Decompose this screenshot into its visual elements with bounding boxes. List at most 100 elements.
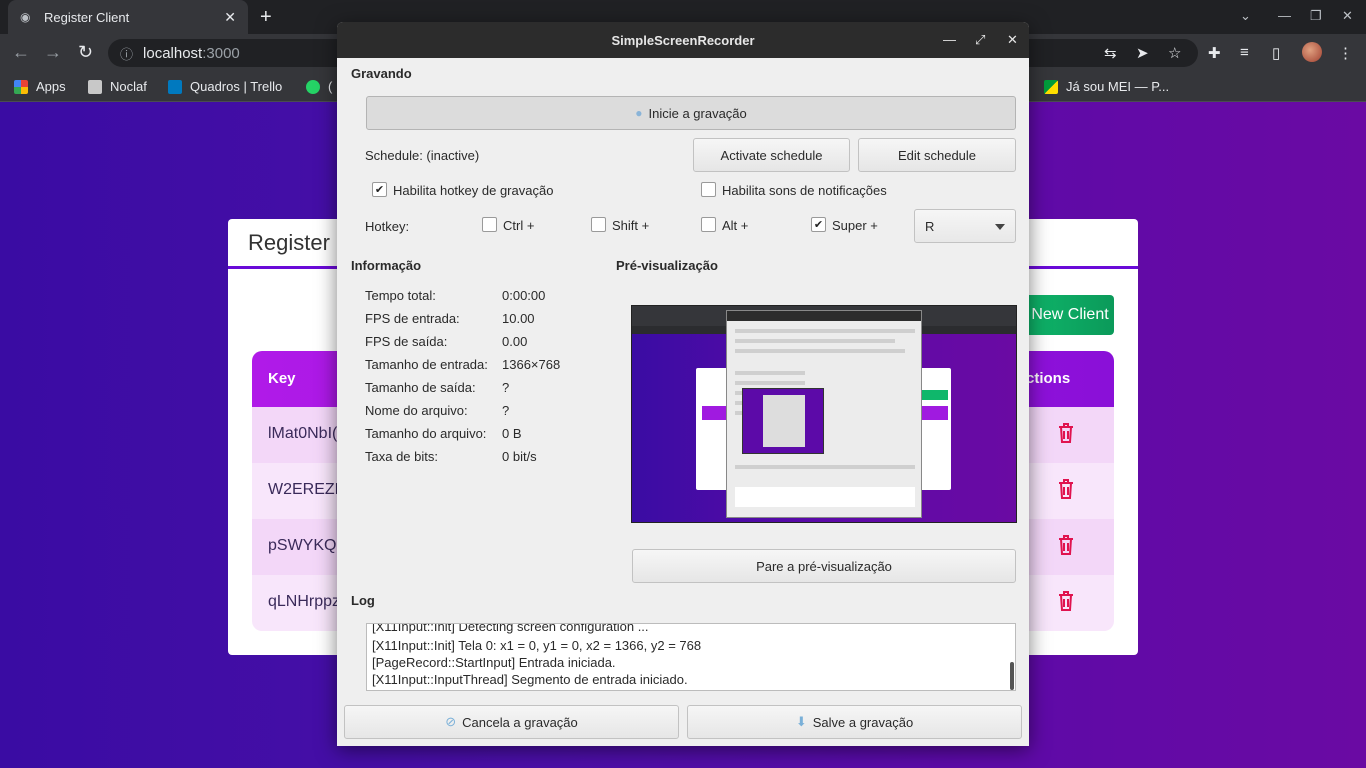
trash-icon[interactable] [1056,421,1076,445]
maximize-icon[interactable]: ⤢ [975,32,985,48]
tab-search-icon[interactable]: ⌄ [1240,8,1251,24]
bookmark-apps[interactable]: Apps [14,79,66,94]
back-icon[interactable]: ← [12,42,30,63]
info-value: ? [502,403,510,418]
save-recording-button[interactable]: ⬇ Salve a gravação [687,705,1022,739]
url-host: localhost [143,44,203,62]
log-line: [X11Input::Init] Tela 0: x1 = 0, y1 = 0,… [372,638,702,653]
start-recording-button[interactable]: ● Inicie a gravação [366,96,1016,130]
hotkey-label: Hotkey: [365,219,410,234]
trash-icon[interactable] [1056,477,1076,501]
cancel-recording-button[interactable]: ⊘ Cancela a gravação [344,705,679,739]
extensions-icon[interactable]: ✚ [1208,44,1221,62]
bookmark-label: Apps [36,79,66,94]
row-key: pSWYKQk [268,537,345,554]
log-line: [X11Input::Init] Detecting screen config… [372,623,649,634]
globe-icon: ◉ [20,10,31,24]
schedule-label: Schedule: (inactive) [365,148,480,163]
info-value: 0 bit/s [502,449,537,464]
super-checkbox[interactable]: ✔ [811,217,826,232]
hotkey-checkbox-label: Habilita hotkey de gravação [393,183,554,198]
info-label: Tamanho do arquivo: [365,426,487,441]
close-window-icon[interactable]: ✕ [1342,8,1353,24]
folder-icon [88,79,102,94]
ssr-window: SimpleScreenRecorder — ⤢ ✕ Gravando ● In… [337,22,1029,746]
sounds-checkbox-label: Habilita sons de notificações [722,183,887,198]
start-recording-label: Inicie a gravação [648,105,747,121]
log-line: [PageRecord::StartInput] Entrada iniciad… [372,655,616,670]
bookmark-whatsapp[interactable]: ( [306,79,332,94]
trash-icon[interactable] [1056,533,1076,557]
row-key: W2EREZH [268,481,347,498]
site-info-icon[interactable]: ⓘ [120,44,133,63]
shift-checkbox[interactable] [591,217,606,232]
info-value: 0.00 [502,334,528,349]
save-recording-label: Salve a gravação [812,714,914,730]
avatar[interactable] [1302,42,1322,62]
trello-icon [168,79,182,94]
restore-icon[interactable]: ❐ [1310,8,1322,24]
hotkey-key-value: R [925,218,935,234]
tab-title: Register Client [44,9,130,25]
close-icon[interactable]: ✕ [1007,32,1018,48]
new-client-button[interactable]: New Client [1016,295,1114,335]
info-value: 10.00 [502,311,535,326]
section-preview: Pré-visualização [616,258,718,273]
reload-icon[interactable]: ↻ [78,42,93,63]
log-area[interactable]: [X11Input::Init] Detecting screen config… [366,623,1016,691]
forward-icon[interactable]: → [44,42,62,63]
edit-schedule-button[interactable]: Edit schedule [858,138,1016,172]
info-value: 1366×768 [502,357,561,372]
activate-schedule-button[interactable]: Activate schedule [693,138,850,172]
bookmark-mei[interactable]: Já sou MEI — P... [1044,79,1169,94]
column-actions: ctions [1026,370,1071,387]
chevron-down-icon [995,224,1005,230]
media-icon[interactable]: ≡ [1240,44,1249,61]
ctrl-checkbox[interactable] [482,217,497,232]
page-title: Register [248,230,330,255]
new-tab-icon[interactable]: + [260,6,272,29]
star-icon[interactable]: ☆ [1168,44,1181,62]
section-info: Informação [351,258,422,273]
log-scrollbar[interactable] [1010,662,1014,690]
whatsapp-icon [306,79,320,94]
record-icon: ● [635,106,643,120]
bookmark-trello[interactable]: Quadros | Trello [168,79,282,94]
info-label: FPS de entrada: [365,311,460,326]
shift-label: Shift + [612,218,650,233]
alt-checkbox[interactable] [701,217,716,232]
section-recording: Gravando [351,66,412,81]
info-value: 0:00:00 [502,288,546,303]
info-label: Nome do arquivo: [365,403,468,418]
menu-icon[interactable]: ⋮ [1338,44,1353,62]
info-label: Taxa de bits: [365,449,438,464]
minimize-icon[interactable]: — [1278,8,1291,23]
info-value: ? [502,380,510,395]
bookmark-noclaf[interactable]: Noclaf [88,79,147,94]
translate-icon[interactable]: ⇆ [1104,44,1117,62]
cancel-icon: ⊘ [445,714,457,729]
row-key: lMat0NbI( [268,425,338,442]
ssr-titlebar: SimpleScreenRecorder [337,22,1029,58]
stop-preview-button[interactable]: Pare a pré-visualização [632,549,1016,583]
info-value: 0 B [502,426,522,441]
send-icon[interactable]: ➤ [1136,44,1149,62]
minimize-icon[interactable]: — [943,32,956,47]
info-label: Tempo total: [365,288,436,303]
bookmark-label: Quadros | Trello [190,79,283,94]
info-label: Tamanho de entrada: [365,357,488,372]
section-log: Log [351,593,375,608]
info-label: Tamanho de saída: [365,380,476,395]
apps-icon [14,79,28,94]
hotkey-key-select[interactable]: R [914,209,1016,243]
bookmark-label: Já sou MEI — P... [1066,79,1170,94]
sounds-checkbox[interactable] [701,182,716,197]
ctrl-label: Ctrl + [503,218,535,233]
url-port: :3000 [202,44,240,62]
trash-icon[interactable] [1056,589,1076,613]
close-tab-icon[interactable]: ✕ [224,9,236,26]
hotkey-checkbox[interactable]: ✔ [372,182,387,197]
browser-tab[interactable]: ◉ Register Client ✕ [8,0,248,34]
side-panel-icon[interactable]: ▯ [1272,44,1280,62]
preview-image [631,305,1017,523]
